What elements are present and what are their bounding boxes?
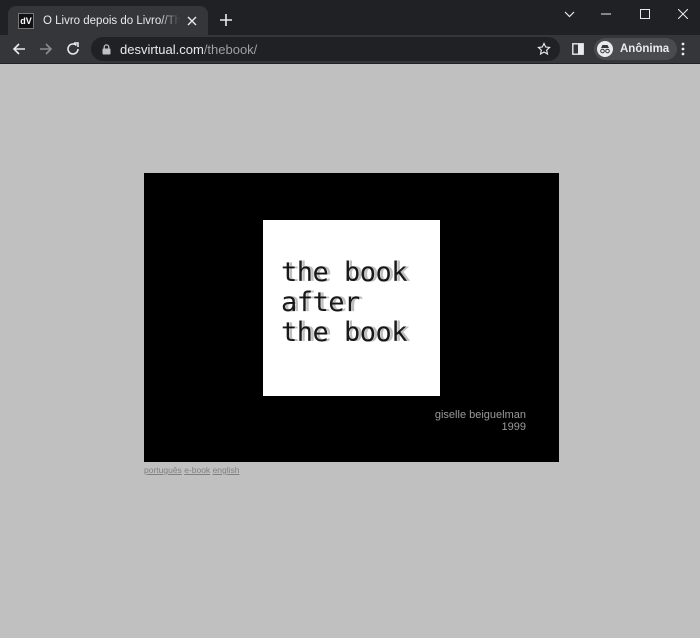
cover-line-2: after — [281, 288, 407, 319]
link-english[interactable]: english — [213, 465, 240, 475]
url-path: /thebook/ — [203, 41, 258, 57]
page-viewport: the book after the book giselle beiguelm… — [0, 65, 700, 638]
minimize-icon[interactable] — [587, 0, 625, 28]
book-cover-image[interactable]: the book after the book — [263, 220, 440, 396]
url-text[interactable]: desvirtual.com/thebook/ — [120, 42, 257, 57]
maximize-icon[interactable] — [626, 0, 664, 28]
cover-title: the book after the book — [281, 258, 410, 349]
site-favicon: dV — [18, 12, 34, 29]
browser-toolbar: desvirtual.com/thebook/ Anônima — [0, 35, 700, 64]
author-credit: giselle beiguelman 1999 — [435, 409, 526, 433]
url-domain: desvirtual.com — [120, 41, 204, 57]
profile-label: Anônima — [620, 43, 670, 55]
tab-search-chevron-icon[interactable] — [550, 0, 588, 28]
cover-line-3: the book — [281, 318, 410, 349]
reload-icon[interactable] — [62, 38, 84, 60]
forward-arrow-icon[interactable] — [35, 38, 57, 60]
link-portugues[interactable]: português — [144, 465, 182, 475]
lock-icon[interactable] — [102, 43, 111, 55]
back-arrow-icon[interactable] — [8, 38, 30, 60]
address-bar[interactable]: desvirtual.com/thebook/ — [91, 37, 560, 61]
close-window-icon[interactable] — [664, 0, 700, 28]
sidebar-icon[interactable] — [567, 38, 589, 60]
more-menu-icon[interactable] — [672, 38, 694, 60]
link-ebook[interactable]: e-book — [184, 465, 210, 475]
publication-year: 1999 — [501, 421, 526, 433]
intro-stage: the book after the book giselle beiguelm… — [144, 173, 559, 462]
star-icon[interactable] — [536, 41, 552, 57]
close-tab-icon[interactable] — [184, 13, 200, 29]
author-name: giselle beiguelman — [434, 409, 526, 421]
browser-tab[interactable]: dV O Livro depois do Livro//The Book aft… — [8, 6, 208, 35]
new-tab-plus-icon[interactable] — [216, 10, 236, 30]
language-links: português e-book english — [144, 465, 240, 475]
incognito-profile-button[interactable]: Anônima — [594, 38, 678, 60]
cover-line-1: the book — [281, 258, 410, 289]
tab-title: O Livro depois do Livro//The Book after … — [43, 14, 180, 27]
incognito-icon — [597, 41, 613, 57]
tab-strip: dV O Livro depois do Livro//The Book aft… — [0, 0, 700, 35]
